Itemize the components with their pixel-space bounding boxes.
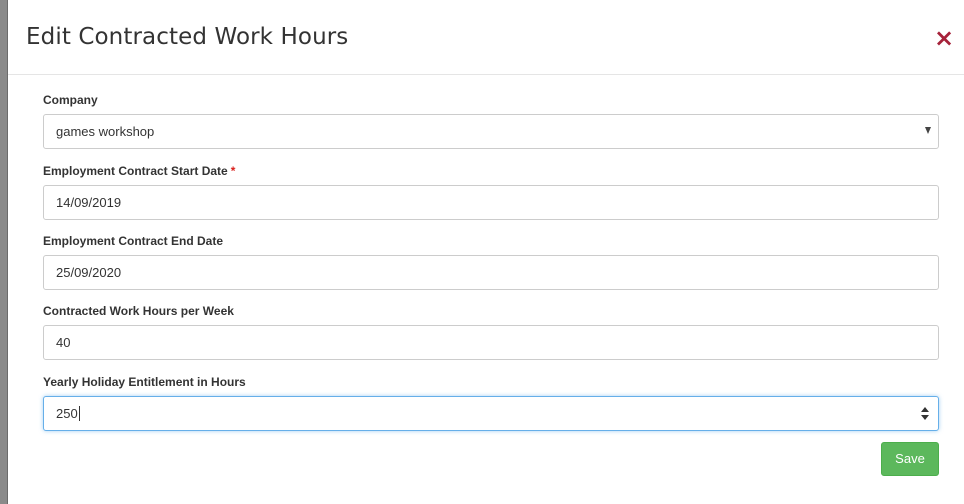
spinner-arrows-icon[interactable] (921, 406, 929, 422)
hours-per-week-label: Contracted Work Hours per Week (43, 304, 234, 318)
holiday-hours-value-text: 250 (56, 406, 78, 421)
text-caret (78, 406, 80, 421)
save-button[interactable]: Save (881, 442, 939, 476)
holiday-hours-input[interactable]: 250 (43, 396, 939, 431)
hours-per-week-value: 40 (56, 335, 71, 350)
start-date-label: Employment Contract Start Date * (43, 164, 235, 178)
holiday-hours-value: 250 (56, 406, 80, 421)
end-date-value: 25/09/2020 (56, 265, 122, 280)
spinner-down-icon[interactable] (921, 415, 929, 420)
start-date-label-text: Employment Contract Start Date (43, 164, 228, 178)
spinner-up-icon[interactable] (921, 407, 929, 412)
modal-title: Edit Contracted Work Hours (26, 24, 349, 50)
end-date-label: Employment Contract End Date (43, 234, 224, 248)
company-select-value: games workshop (56, 124, 155, 139)
edit-contract-modal: Edit Contracted Work Hours × Company gam… (7, 0, 964, 504)
hours-per-week-input[interactable]: 40 (43, 325, 939, 360)
backdrop (0, 0, 7, 504)
end-date-input[interactable]: 25/09/2020 (43, 255, 939, 290)
required-marker: * (230, 164, 236, 178)
start-date-input[interactable]: 14/09/2019 (43, 185, 939, 220)
close-icon[interactable]: × (932, 24, 956, 52)
company-select[interactable]: games workshop (43, 114, 939, 149)
holiday-hours-label: Yearly Holiday Entitlement in Hours (43, 375, 246, 389)
modal-header: Edit Contracted Work Hours × (8, 0, 964, 75)
start-date-value: 14/09/2019 (56, 195, 122, 210)
company-label: Company (43, 93, 98, 107)
chevron-down-icon (925, 127, 931, 134)
